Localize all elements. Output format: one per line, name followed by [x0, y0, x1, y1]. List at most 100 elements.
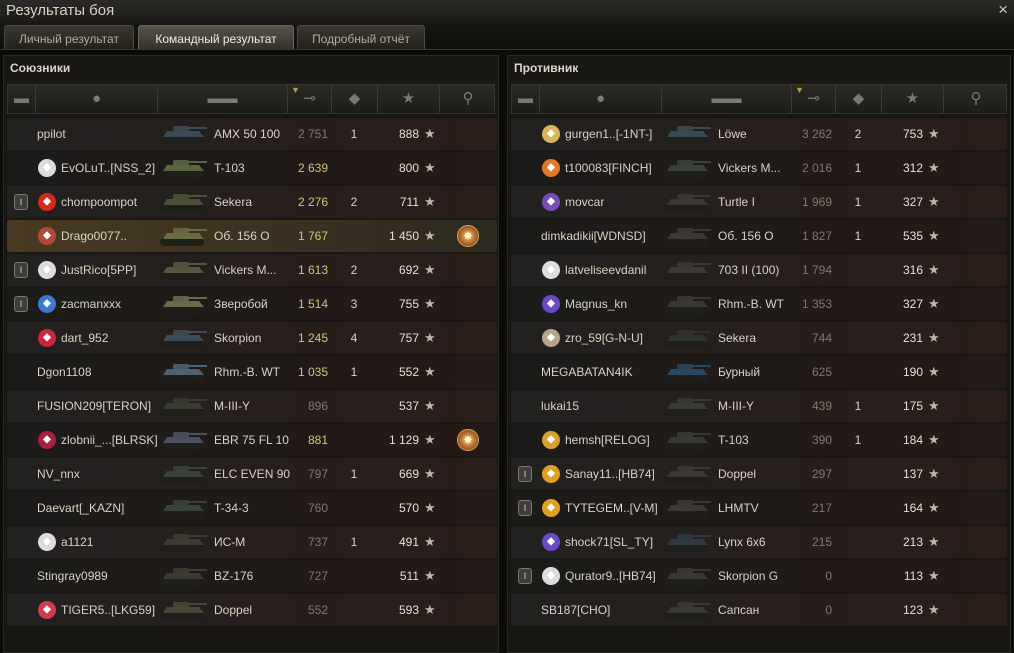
tab-detailed-report[interactable]: Подробный отчёт: [297, 25, 425, 49]
player-name: Daevart[_KAZN]: [37, 501, 125, 515]
damage-value: 881: [307, 433, 328, 447]
tank-name: LHMTV: [718, 501, 759, 515]
tank-icon: [160, 432, 207, 450]
damage-value: 2 639: [297, 161, 328, 175]
player-row[interactable]: ◆ TIGER5..[LKG59] Doppel 552 593 ★: [7, 594, 497, 626]
tank-name: M-III-Y: [214, 399, 250, 413]
column-tank[interactable]: ▬▬: [158, 85, 288, 113]
star-icon: ★: [928, 296, 940, 311]
player-name: Drago0077..: [61, 229, 128, 243]
damage-value: 625: [811, 365, 832, 379]
column-damage[interactable]: ▼ ⊸: [792, 85, 836, 113]
tank-icon: [664, 262, 711, 280]
damage-column-icon: ⊸: [303, 90, 316, 107]
damage-value: 1 035: [297, 365, 328, 379]
player-row[interactable]: ◆ shock71[SL_TY] Lynx 6x6 215 213 ★: [511, 526, 1007, 558]
tank-name: EBR 75 FL 10: [214, 433, 289, 447]
player-row[interactable]: I ◆ JustRico[5PP] Vickers M... 1 613 2 692 ★: [7, 254, 497, 286]
column-medal[interactable]: ⚲: [440, 85, 496, 113]
column-platoon[interactable]: ▬: [8, 85, 36, 113]
player-row[interactable]: Daevart[_KAZN] T-34-3 760 570 ★: [7, 492, 497, 524]
xp-value: 800: [398, 161, 419, 175]
clan-emblem-icon: ◆: [542, 499, 560, 517]
star-icon: ★: [424, 364, 436, 379]
player-row[interactable]: lukai15 M-III-Y 439 1 175 ★: [511, 390, 1007, 422]
damage-value: 2 016: [801, 161, 832, 175]
player-row[interactable]: ppilot AMX 50 100 2 751 1 888 ★: [7, 118, 497, 150]
kills-column-icon: ◆: [348, 90, 361, 107]
column-platoon[interactable]: ▬: [512, 85, 540, 113]
kills-value: 1: [350, 467, 358, 481]
player-row[interactable]: ◆ dart_952 Skorpion 1 245 4 757 ★: [7, 322, 497, 354]
column-player[interactable]: ●: [540, 85, 662, 113]
player-row[interactable]: NV_nnx ELC EVEN 90 797 1 669 ★: [7, 458, 497, 490]
player-row[interactable]: ◆ movcar Turtle I 1 969 1 327 ★: [511, 186, 1007, 218]
star-icon: ★: [424, 228, 436, 243]
star-icon: ★: [928, 262, 940, 277]
star-icon: ★: [424, 568, 436, 583]
column-kills[interactable]: ◆: [836, 85, 882, 113]
player-row[interactable]: ◆ Magnus_kn Rhm.-B. WT 1 353 327 ★: [511, 288, 1007, 320]
player-row[interactable]: I ◆ Sanay11..[HB74] Doppel 297 137 ★: [511, 458, 1007, 490]
player-row[interactable]: I ◆ zacmanxxx Зверобой 1 514 3 755 ★: [7, 288, 497, 320]
player-name: SB187[CHO]: [541, 603, 611, 617]
star-icon: ★: [928, 194, 940, 209]
column-tank[interactable]: ▬▬: [662, 85, 792, 113]
player-row[interactable]: dimkadikii[WDNSD] Об. 156 О 1 827 1 535 ★: [511, 220, 1007, 252]
player-row[interactable]: ◆ a1121 ИС-М 737 1 491 ★: [7, 526, 497, 558]
clan-emblem-icon: ◆: [542, 465, 560, 483]
close-icon[interactable]: ×: [998, 0, 1008, 20]
tab-personal-result[interactable]: Личный результат: [4, 25, 134, 49]
enemies-panel: Противник ▬ ● ▬▬ ▼ ⊸ ◆ ★ ⚲ ◆ gurgen1..[-1N…: [507, 55, 1011, 653]
column-xp[interactable]: ★: [378, 85, 440, 113]
damage-value: 727: [307, 569, 328, 583]
column-xp[interactable]: ★: [882, 85, 944, 113]
player-row[interactable]: SB187[CHO] Сапсан 0 123 ★: [511, 594, 1007, 626]
kills-value: 2: [350, 263, 358, 277]
player-name: hemsh[RELOG]: [565, 433, 650, 447]
clan-emblem-icon: ◆: [38, 295, 56, 313]
player-row[interactable]: ◆ zro_59[G-N-U] Sekera 744 231 ★: [511, 322, 1007, 354]
player-row[interactable]: ◆ hemsh[RELOG] T-103 390 1 184 ★: [511, 424, 1007, 456]
column-medal[interactable]: ⚲: [944, 85, 1008, 113]
star-icon: ★: [928, 534, 940, 549]
column-kills[interactable]: ◆: [332, 85, 378, 113]
player-row[interactable]: MEGABATAN4IK Бурный 625 190 ★: [511, 356, 1007, 388]
tank-name: Löwe: [718, 127, 747, 141]
player-row[interactable]: Dgon1108 Rhm.-B. WT 1 035 1 552 ★: [7, 356, 497, 388]
star-icon: ★: [928, 466, 940, 481]
player-row[interactable]: ◆ Drago0077.. Об. 156 О 1 767 1 450 ★ ✸: [7, 220, 497, 252]
player-row[interactable]: ◆ EvOLuT..[NSS_2] T-103 2 639 800 ★: [7, 152, 497, 184]
star-icon: ★: [424, 398, 436, 413]
damage-value: 1 969: [801, 195, 832, 209]
player-row[interactable]: ◆ zlobnii_...[BLRSK] EBR 75 FL 10 881 1 129 ★…: [7, 424, 497, 456]
enemies-header: ▬ ● ▬▬ ▼ ⊸ ◆ ★ ⚲: [511, 84, 1007, 114]
window-title: Результаты боя: [6, 2, 115, 19]
player-row[interactable]: I ◆ chompoompot Sekera 2 276 2 711 ★: [7, 186, 497, 218]
column-damage[interactable]: ▼ ⊸: [288, 85, 332, 113]
xp-value: 753: [902, 127, 923, 141]
player-name: lukai15: [541, 399, 580, 413]
kills-column-icon: ◆: [852, 90, 865, 107]
player-name: EvOLuT..[NSS_2]: [61, 161, 156, 175]
player-row[interactable]: ◆ latveliseevdanil 703 II (100) 1 794 316 ★: [511, 254, 1007, 286]
column-player[interactable]: ●: [36, 85, 158, 113]
player-name: a1121: [61, 535, 94, 549]
xp-value: 570: [398, 501, 419, 515]
platoon-column-icon: ▬: [14, 90, 29, 107]
tank-name: Skorpion G: [718, 569, 779, 583]
player-row[interactable]: I ◆ TYTEGEM..[V-M] LHMTV 217 164 ★: [511, 492, 1007, 524]
kills-value: 1: [350, 365, 358, 379]
platoon-icon: I: [518, 568, 532, 584]
player-row[interactable]: FUSION209[TERON] M-III-Y 896 537 ★: [7, 390, 497, 422]
tank-name: ELC EVEN 90: [214, 467, 291, 481]
kills-value: 3: [350, 297, 358, 311]
damage-value: 215: [811, 535, 832, 549]
player-row[interactable]: ◆ gurgen1..[-1NT-] Löwe 3 262 2 753 ★: [511, 118, 1007, 150]
player-row[interactable]: Stingray0989 BZ-176 727 511 ★: [7, 560, 497, 592]
player-row[interactable]: I ◆ Qurator9..[HB74] Skorpion G 0 113 ★: [511, 560, 1007, 592]
kills-value: 1: [854, 161, 862, 175]
tab-team-result[interactable]: Командный результат: [138, 25, 294, 49]
player-row[interactable]: ◆ t100083[FINCH] Vickers M... 2 016 1 312 ★: [511, 152, 1007, 184]
tank-icon: [160, 330, 207, 348]
